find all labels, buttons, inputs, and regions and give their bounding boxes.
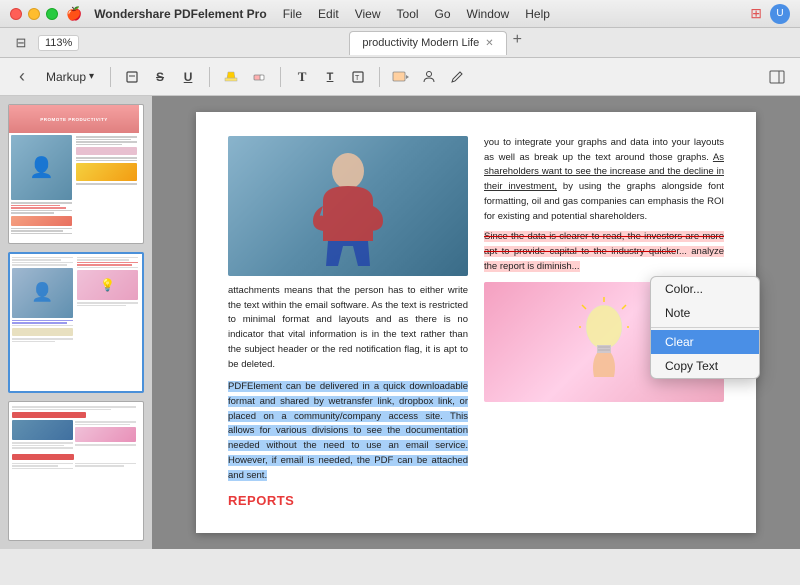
menu-go[interactable]: Go bbox=[435, 7, 451, 21]
sidebar-toggle-icon[interactable]: ⊟ bbox=[16, 35, 27, 51]
color-stamp-tools bbox=[388, 64, 470, 90]
document-tab[interactable]: productivity Modern Life ✕ bbox=[349, 31, 506, 55]
markup-label: Markup bbox=[46, 70, 86, 84]
back-arrow-icon: ‹ bbox=[19, 66, 25, 87]
menu-window[interactable]: Window bbox=[467, 7, 510, 21]
page-thumbnail-1[interactable]: PROMOTE PRODUCTIVITY 👤 bbox=[8, 104, 144, 244]
zoom-display[interactable]: 113% bbox=[38, 35, 79, 51]
context-menu-divider bbox=[651, 327, 759, 328]
main-area: PROMOTE PRODUCTIVITY 👤 bbox=[0, 96, 800, 549]
highlight-button[interactable] bbox=[218, 64, 244, 90]
divider-1 bbox=[110, 67, 111, 87]
page-sidebar: PROMOTE PRODUCTIVITY 👤 bbox=[0, 96, 152, 549]
divider-4 bbox=[379, 67, 380, 87]
tab-bar: ⊟ 113% productivity Modern Life ✕ + bbox=[0, 28, 800, 58]
eraser-button[interactable] bbox=[246, 64, 272, 90]
text-underline-button[interactable]: T bbox=[317, 64, 343, 90]
color-box-button[interactable] bbox=[388, 64, 414, 90]
close-button[interactable] bbox=[10, 8, 22, 20]
maximize-button[interactable] bbox=[46, 8, 58, 20]
menu-file[interactable]: File bbox=[283, 7, 302, 21]
apple-icon: 🍎 bbox=[66, 6, 82, 22]
text-t-icon: T bbox=[298, 69, 307, 85]
left-para-highlighted: PDFElement can be delivered in a quick d… bbox=[228, 380, 468, 483]
reports-heading: REPORTS bbox=[228, 491, 468, 511]
context-menu-note[interactable]: Note bbox=[651, 301, 759, 325]
menu-tool[interactable]: Tool bbox=[397, 7, 419, 21]
markup-dropdown[interactable]: Markup ▾ bbox=[38, 64, 102, 90]
left-para-1: attachments means that the person has to… bbox=[228, 284, 468, 372]
strikethrough-icon: S bbox=[156, 70, 164, 84]
sidebar-panel-button[interactable] bbox=[764, 64, 790, 90]
underline-icon: U bbox=[184, 70, 193, 84]
markup-toolbar: ‹ Markup ▾ S U T T T bbox=[0, 58, 800, 96]
menu-view[interactable]: View bbox=[355, 7, 381, 21]
man-image bbox=[228, 136, 468, 276]
underline-button[interactable]: U bbox=[175, 64, 201, 90]
menu-bar: File Edit View Tool Go Window Help bbox=[283, 7, 550, 21]
strikethrough-button[interactable]: S bbox=[147, 64, 173, 90]
highlight-blue-text: PDFElement can be delivered in a quick d… bbox=[228, 381, 468, 480]
person-stamp-button[interactable] bbox=[416, 64, 442, 90]
page-thumbnail-2[interactable]: 👤 bbox=[8, 252, 144, 394]
back-nav-button[interactable]: ‹ bbox=[10, 65, 34, 89]
tab-label: productivity Modern Life bbox=[362, 37, 479, 49]
minimize-button[interactable] bbox=[28, 8, 40, 20]
panel-toggle-icon[interactable] bbox=[764, 64, 790, 90]
divider-2 bbox=[209, 67, 210, 87]
right-para-1: you to integrate your graphs and data in… bbox=[484, 136, 724, 224]
markup-chevron-icon: ▾ bbox=[89, 71, 94, 82]
context-menu-clear[interactable]: Clear bbox=[651, 330, 759, 354]
context-menu: Color... Note Clear Copy Text bbox=[650, 276, 760, 379]
app-title: Wondershare PDFelement Pro bbox=[94, 7, 267, 21]
left-column: attachments means that the person has to… bbox=[228, 136, 468, 515]
highlight-tools bbox=[218, 64, 272, 90]
text-tool-button[interactable]: T bbox=[289, 64, 315, 90]
divider-3 bbox=[280, 67, 281, 87]
grid-icon[interactable]: ⊞ bbox=[750, 5, 762, 22]
context-menu-color[interactable]: Color... bbox=[651, 277, 759, 301]
text-box-button[interactable]: T bbox=[345, 64, 371, 90]
tab-close-icon[interactable]: ✕ bbox=[485, 38, 493, 49]
traffic-lights bbox=[10, 8, 58, 20]
svg-text:T: T bbox=[355, 75, 360, 82]
title-bar: 🍎 Wondershare PDFelement Pro File Edit V… bbox=[0, 0, 800, 28]
text-underline-icon: T bbox=[327, 71, 334, 83]
menu-help[interactable]: Help bbox=[525, 7, 550, 21]
pen-button[interactable] bbox=[444, 64, 470, 90]
context-menu-copy-text[interactable]: Copy Text bbox=[651, 354, 759, 378]
page-thumbnail-3[interactable]: 3 bbox=[8, 401, 144, 541]
annotation-tools: S U bbox=[119, 64, 201, 90]
right-para-highlighted-red: Since the data is clearer to read, the i… bbox=[484, 230, 724, 274]
tab-add-button[interactable]: + bbox=[513, 31, 522, 55]
menu-edit[interactable]: Edit bbox=[318, 7, 339, 21]
text-tools: T T T bbox=[289, 64, 371, 90]
user-avatar[interactable]: U bbox=[770, 4, 790, 24]
document-view[interactable]: attachments means that the person has to… bbox=[152, 96, 800, 549]
sticky-note-button[interactable] bbox=[119, 64, 145, 90]
